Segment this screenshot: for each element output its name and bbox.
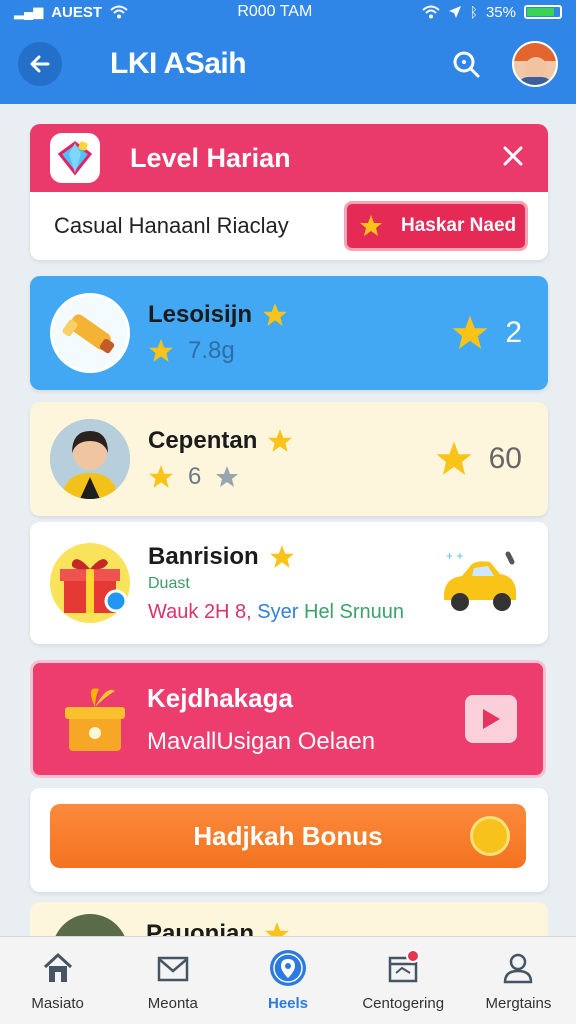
bonus-card: Hadjkah Bonus <box>30 788 548 892</box>
star-outline-icon <box>216 466 239 487</box>
star-icon <box>149 339 173 362</box>
star-icon <box>452 315 488 349</box>
gem-icon <box>50 133 100 183</box>
battery-icon <box>524 5 562 19</box>
daily-level-title: Level Harian <box>130 142 291 173</box>
map-pin-icon <box>269 949 307 987</box>
play-icon <box>483 709 500 729</box>
coin-icon <box>470 816 510 856</box>
close-button[interactable] <box>498 142 528 174</box>
play-button[interactable] <box>465 695 517 743</box>
person-icon <box>499 949 537 987</box>
search-button[interactable] <box>444 42 488 86</box>
status-bar: ▂▄▆ AUEST R000 TAM ᛒ 35% <box>0 0 576 24</box>
page-title: LKI ASaih <box>110 47 247 80</box>
item-meta: 6 <box>188 463 202 490</box>
star-icon <box>436 441 472 475</box>
list-item[interactable]: Cepentan 6 60 <box>30 402 548 516</box>
home-icon <box>39 949 77 987</box>
item-name: Banrision <box>148 542 259 570</box>
list-item[interactable]: Banrision Duast Wauk 2H 8, Syer Hel Srnu… <box>30 522 548 644</box>
bottom-nav: Masiato Meonta Heels Centogering Mergtai… <box>0 936 576 1024</box>
carrier-label: AUEST <box>51 3 103 21</box>
nav-item-calendar[interactable]: Centogering <box>346 937 461 1024</box>
item-score: 60 <box>488 442 522 475</box>
daily-level-header: Level Harian <box>30 124 548 192</box>
item-subtitle: Duast <box>148 574 190 592</box>
star-icon <box>360 215 382 236</box>
gift-icon <box>50 543 130 623</box>
nav-label: Masiato <box>31 995 84 1012</box>
gift-box-icon <box>55 679 135 759</box>
item-name: Cepentan <box>148 427 258 454</box>
nav-label: Centogering <box>362 995 445 1012</box>
wifi-icon <box>110 5 128 19</box>
promo-card[interactable]: Kejdhakaga MavallUsigan Oelaen <box>30 660 546 778</box>
list-item[interactable]: Lesoisijn 7.8g 2 <box>30 276 548 390</box>
nav-item-home[interactable]: Masiato <box>0 937 115 1024</box>
star-icon <box>263 303 287 326</box>
bonus-button[interactable]: Hadjkah Bonus <box>50 804 526 868</box>
item-description: Wauk 2H 8, Syer Hel Srnuun <box>148 600 405 623</box>
item-name: Lesoisijn <box>148 301 253 328</box>
signal-icon: ▂▄▆ <box>14 4 44 19</box>
nav-item-active[interactable]: Heels <box>230 937 345 1024</box>
battery-percent: 35% <box>485 3 516 21</box>
star-icon <box>265 922 289 936</box>
location-arrow-icon <box>448 6 461 18</box>
main-content[interactable]: Level Harian Casual Hanaanl Riaclay Hask… <box>0 104 576 936</box>
bluetooth-icon: ᛒ <box>469 4 478 20</box>
daily-level-action-button[interactable]: Haskar Naed <box>344 201 528 251</box>
nav-label: Mergtains <box>485 995 552 1012</box>
item-thumbnail <box>50 293 130 373</box>
back-button[interactable] <box>18 42 62 86</box>
mail-icon <box>154 949 192 987</box>
nav-item-mail[interactable]: Meonta <box>115 937 230 1024</box>
calendar-icon <box>384 949 422 987</box>
item-score: 2 <box>505 316 522 349</box>
arrow-left-icon <box>30 55 50 73</box>
item-meta: 7.8g <box>188 337 235 364</box>
nav-item-profile[interactable]: Mergtains <box>461 937 576 1024</box>
car-icon: + + <box>438 548 522 618</box>
profile-avatar[interactable] <box>512 41 558 87</box>
nav-label: Heels <box>267 995 309 1012</box>
avatar <box>52 914 128 936</box>
svg-text:+ +: + + <box>446 549 463 563</box>
nav-label: Meonta <box>147 995 198 1012</box>
top-bar: ▂▄▆ AUEST R000 TAM ᛒ 35% LKI ASaih <box>0 0 576 104</box>
promo-title: Kejdhakaga <box>147 682 293 713</box>
item-name: Pauonian <box>146 920 255 936</box>
promo-subtitle: MavallUsigan Oelaen <box>147 727 376 755</box>
status-time: R000 TAM <box>237 3 313 20</box>
daily-level-subtitle: Casual Hanaanl Riaclay <box>54 213 289 238</box>
close-icon <box>503 146 523 166</box>
avatar <box>50 419 130 499</box>
app-bar: LKI ASaih <box>0 24 576 104</box>
star-icon <box>149 465 173 488</box>
wifi-icon <box>421 5 440 19</box>
daily-level-card: Level Harian Casual Hanaanl Riaclay Hask… <box>30 124 548 260</box>
list-item[interactable]: Pauonian <box>30 902 548 936</box>
star-icon <box>268 429 293 452</box>
daily-level-action-label: Haskar Naed <box>401 215 517 236</box>
search-icon <box>453 51 480 78</box>
daily-level-body: Casual Hanaanl Riaclay Haskar Naed <box>30 192 548 260</box>
star-icon <box>269 544 294 568</box>
bonus-button-label: Hadjkah Bonus <box>193 820 383 851</box>
